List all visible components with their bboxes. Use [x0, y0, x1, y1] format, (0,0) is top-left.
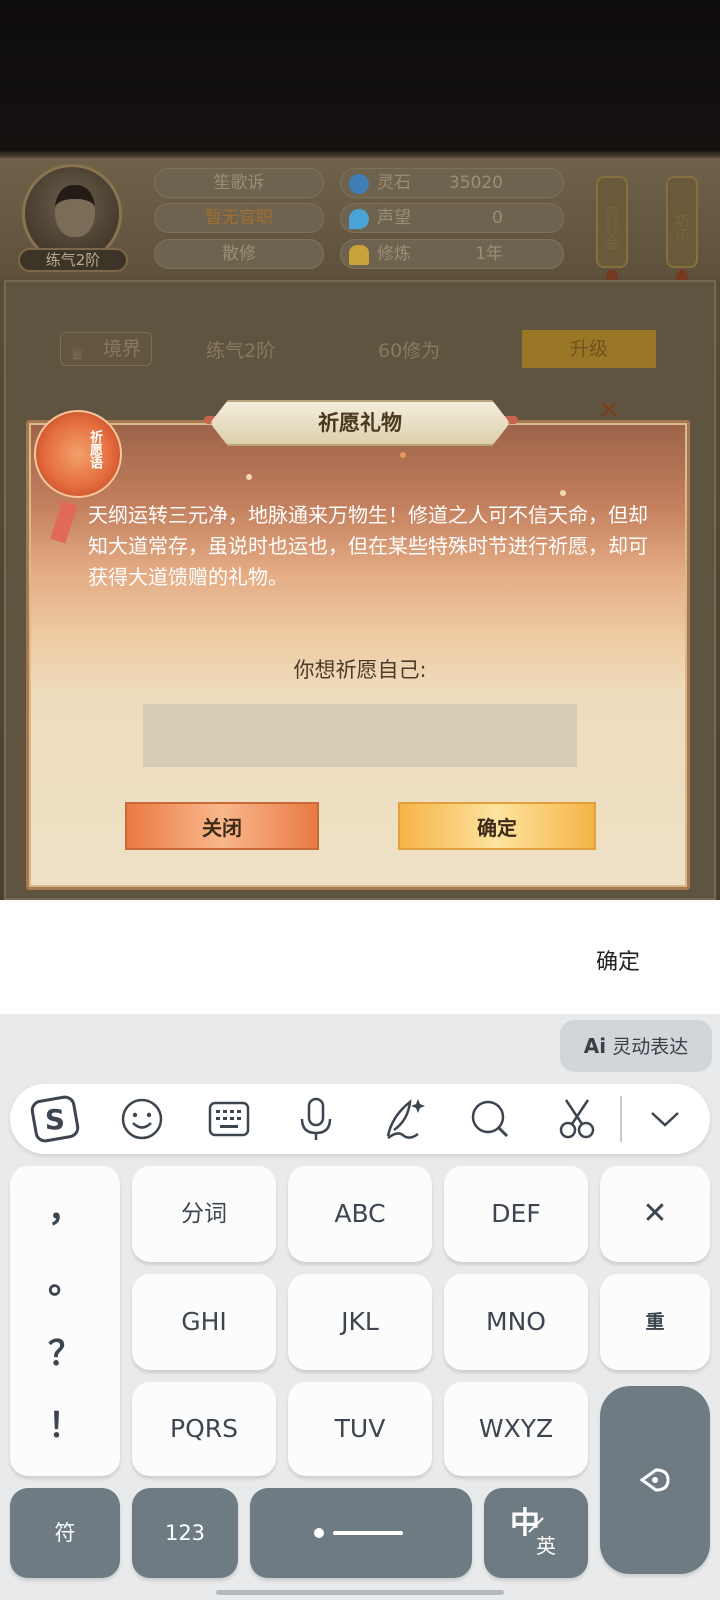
key-symbols[interactable]: 符 [10, 1488, 120, 1578]
svg-text:S: S [45, 1103, 65, 1136]
key-pqrs[interactable]: PQRS [132, 1382, 276, 1476]
wish-lantern-icon: 祈愿语 [34, 410, 122, 498]
key-def[interactable]: DEF [444, 1166, 588, 1262]
key-mno[interactable]: MNO [444, 1274, 588, 1370]
collapse-chevron-icon[interactable] [636, 1090, 694, 1148]
space-key[interactable] [250, 1488, 472, 1578]
emoji-icon[interactable] [113, 1090, 171, 1148]
space-bar-icon [314, 1528, 403, 1538]
dialog-body-text: 天纲运转三元净，地脉通来万物生！修道之人可不信天命，但却知大道常存，虽说时也运也… [88, 503, 648, 589]
lantern-treasure-auction[interactable]: 奇珍会 [596, 176, 628, 292]
search-icon[interactable] [461, 1090, 519, 1148]
key-abc[interactable]: ABC [288, 1166, 432, 1262]
key-ghi[interactable]: GHI [132, 1274, 276, 1370]
resource-cultivation: 修炼 1年 [340, 239, 564, 269]
toolbar-divider [620, 1096, 622, 1142]
player-sect: 散修 [154, 239, 324, 269]
player-level-tag: 练气2阶 [18, 248, 128, 272]
punct-question[interactable]: ？ [10, 1326, 120, 1375]
meditation-icon [349, 245, 369, 265]
delete-icon[interactable]: ✕ [600, 1166, 710, 1262]
punct-exclamation[interactable]: ！ [10, 1398, 120, 1447]
crown-icon: ♛ [69, 344, 86, 365]
realm-row: ♛ 境界 练气2阶 60修为 升级 [60, 330, 660, 368]
home-indicator[interactable] [216, 1590, 504, 1595]
ime-confirm-button[interactable]: 确定 [596, 944, 640, 976]
player-office: 暂无官职 [154, 203, 324, 233]
game-view: 练气2阶 笙歌诉 暂无官职 散修 灵石 35020 声望 0 修炼 1年 奇珍会… [0, 0, 720, 900]
dialog-title-plate: 祈愿礼物 [210, 400, 510, 446]
spirit-stone-icon [349, 174, 369, 194]
lantern-market[interactable]: 坊市 [666, 176, 698, 292]
resource-spirit-stone: 灵石 35020 [340, 168, 564, 198]
realm-tag: ♛ 境界 [60, 332, 152, 366]
dialog-title: 祈愿礼物 [318, 411, 402, 435]
key-numbers[interactable]: 123 [132, 1488, 238, 1578]
punct-period[interactable]: 。 [10, 1254, 120, 1303]
upgrade-button[interactable]: 升级 [522, 330, 656, 368]
key-segment[interactable]: 分词 [132, 1166, 276, 1262]
realm-requirement: 60修为 [378, 340, 441, 362]
dialog-question: 你想祈愿自己: [293, 658, 427, 682]
sogou-logo-icon[interactable]: S [26, 1090, 84, 1148]
confirm-button[interactable]: 确定 [398, 802, 596, 850]
ai-expression-button[interactable]: Ai 灵动表达 [560, 1020, 712, 1072]
microphone-icon[interactable] [287, 1090, 345, 1148]
key-wxyz[interactable]: WXYZ [444, 1382, 588, 1476]
realm-current: 练气2阶 [206, 340, 276, 362]
clipboard-scissors-icon[interactable] [548, 1090, 606, 1148]
enter-icon[interactable] [600, 1386, 710, 1574]
punct-comma[interactable]: ， [10, 1182, 120, 1231]
resource-reputation: 声望 0 [340, 203, 564, 233]
language-switch-key[interactable]: 中 英 [484, 1488, 588, 1578]
keyboard-icon[interactable] [200, 1090, 258, 1148]
key-jkl[interactable]: JKL [288, 1274, 432, 1370]
key-tuv[interactable]: TUV [288, 1382, 432, 1476]
punctuation-column[interactable]: ， 。 ？ ！ [10, 1166, 120, 1476]
reputation-icon [349, 209, 369, 229]
close-button[interactable]: 关闭 [125, 802, 319, 850]
handwriting-icon[interactable] [374, 1090, 432, 1148]
wish-input[interactable] [143, 704, 577, 767]
key-reenter[interactable]: 重 [600, 1274, 710, 1370]
player-name: 笙歌诉 [154, 168, 324, 198]
